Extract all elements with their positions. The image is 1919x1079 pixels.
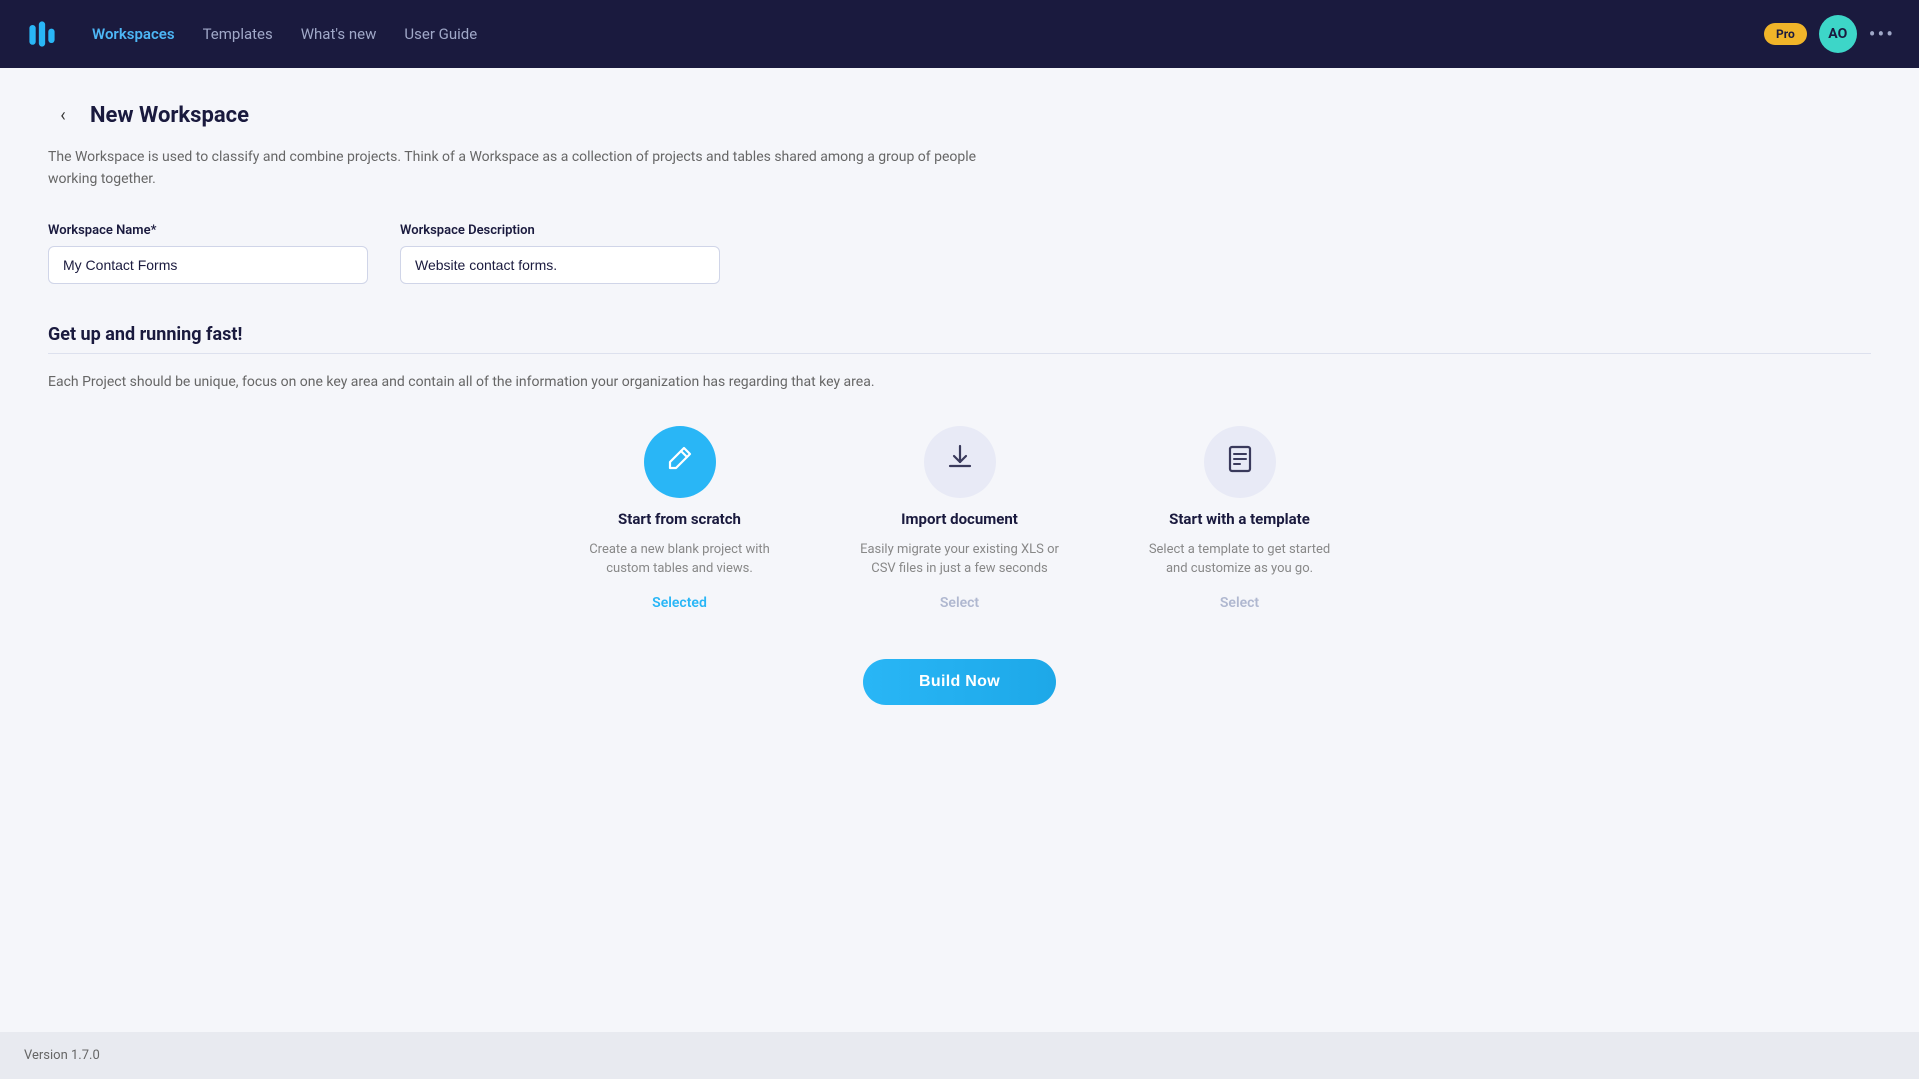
import-desc: Easily migrate your existing XLS or CSV … <box>860 540 1060 579</box>
template-icon-wrap <box>1204 426 1276 498</box>
page-header: ‹ New Workspace <box>48 100 1871 130</box>
header-right: Pro AO ••• <box>1764 15 1895 53</box>
nav-templates[interactable]: Templates <box>203 25 273 43</box>
pro-badge: Pro <box>1764 23 1807 45</box>
workspace-name-input[interactable] <box>48 246 368 284</box>
option-template[interactable]: Start with a template Select a template … <box>1140 426 1340 611</box>
page-title: New Workspace <box>90 103 249 128</box>
template-icon <box>1224 442 1256 481</box>
nav-workspaces[interactable]: Workspaces <box>92 25 175 43</box>
logo[interactable] <box>24 16 60 52</box>
template-desc: Select a template to get started and cus… <box>1140 540 1340 579</box>
avatar[interactable]: AO <box>1819 15 1857 53</box>
scratch-icon <box>664 442 696 481</box>
scratch-desc: Create a new blank project with custom t… <box>580 540 780 579</box>
scratch-icon-wrap <box>644 426 716 498</box>
main-nav: Workspaces Templates What's new User Gui… <box>92 25 477 43</box>
import-title: Import document <box>901 510 1018 528</box>
import-icon <box>944 442 976 481</box>
header-left: Workspaces Templates What's new User Gui… <box>24 16 477 52</box>
footer: Version 1.7.0 <box>0 1032 1919 1079</box>
workspace-desc-label: Workspace Description <box>400 223 720 238</box>
workspace-form: Workspace Name* Workspace Description <box>48 223 1871 284</box>
option-scratch[interactable]: Start from scratch Create a new blank pr… <box>580 426 780 611</box>
template-select[interactable]: Select <box>1220 595 1259 611</box>
scratch-select[interactable]: Selected <box>652 595 707 611</box>
template-title: Start with a template <box>1169 510 1310 528</box>
build-wrap: Build Now <box>48 659 1871 705</box>
workspace-name-label: Workspace Name* <box>48 223 368 238</box>
nav-user-guide[interactable]: User Guide <box>404 25 477 43</box>
options-row: Start from scratch Create a new blank pr… <box>48 426 1871 611</box>
import-select[interactable]: Select <box>940 595 979 611</box>
version-text: Version 1.7.0 <box>24 1048 100 1063</box>
build-now-button[interactable]: Build Now <box>863 659 1056 705</box>
section-subtitle: Each Project should be unique, focus on … <box>48 374 1871 390</box>
import-icon-wrap <box>924 426 996 498</box>
header: Workspaces Templates What's new User Gui… <box>0 0 1919 68</box>
workspace-name-group: Workspace Name* <box>48 223 368 284</box>
back-button[interactable]: ‹ <box>48 100 78 130</box>
main-content: ‹ New Workspace The Workspace is used to… <box>0 68 1919 1032</box>
workspace-desc-input[interactable] <box>400 246 720 284</box>
nav-whats-new[interactable]: What's new <box>301 25 377 43</box>
scratch-title: Start from scratch <box>618 510 741 528</box>
page-description: The Workspace is used to classify and co… <box>48 146 1028 191</box>
option-import[interactable]: Import document Easily migrate your exis… <box>860 426 1060 611</box>
section-divider <box>48 353 1871 354</box>
more-button[interactable]: ••• <box>1869 22 1895 46</box>
section-title: Get up and running fast! <box>48 324 1871 345</box>
workspace-desc-group: Workspace Description <box>400 223 720 284</box>
